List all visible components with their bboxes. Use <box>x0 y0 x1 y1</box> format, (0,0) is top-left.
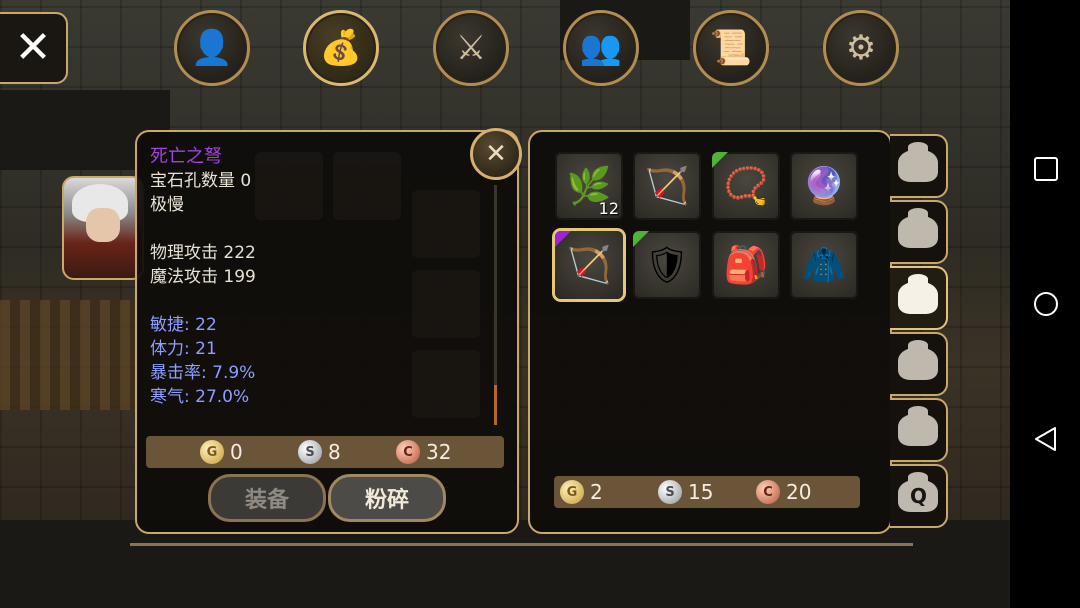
portrait-face <box>86 208 120 242</box>
sell-price-bar: G 0 S 8 C 32 <box>146 436 504 468</box>
close-menu-button[interactable]: ✕ <box>0 12 68 84</box>
stat-frost: 寒气: 27.0% <box>150 387 250 407</box>
stats-scrollbar[interactable] <box>494 185 497 425</box>
item-stats: 死亡之弩 宝石孔数量 0 极慢 物理攻击 222 魔法攻击 199 敏捷: 22… <box>150 145 490 409</box>
item-name: 死亡之弩 <box>150 146 222 167</box>
inventory-slot[interactable]: 🌿 12 <box>555 152 623 220</box>
armor-icon: 🛡 <box>644 245 690 286</box>
sell-copper-value: 32 <box>426 440 452 464</box>
tab-skills[interactable]: ⚔ <box>433 10 509 86</box>
inventory-slot[interactable]: 🔮 <box>790 152 858 220</box>
sell-silver-value: 8 <box>328 440 341 464</box>
bag-icon <box>898 274 938 314</box>
bottom-divider <box>130 543 913 546</box>
smash-button[interactable]: 粉碎 <box>328 474 446 522</box>
back-triangle-icon[interactable] <box>1033 426 1059 452</box>
stat-agility: 敏捷: 22 <box>150 315 217 335</box>
close-icon: ✕ <box>14 22 52 73</box>
bag-tab-4[interactable] <box>890 332 948 396</box>
magic-attack: 魔法攻击 199 <box>150 267 256 287</box>
physical-attack: 物理攻击 222 <box>150 243 256 263</box>
death-crossbow-icon: 🏹 <box>566 245 612 286</box>
tab-quests[interactable]: 📜 <box>693 10 769 86</box>
bag-tab-2[interactable] <box>890 200 948 264</box>
bag-icon: 💰 <box>319 28 363 68</box>
bag-icon <box>898 142 938 182</box>
bag-icon <box>898 340 938 380</box>
copper-coin-icon: C <box>756 480 780 504</box>
cloak-icon: 🧥 <box>801 245 847 286</box>
quest-bag-tab[interactable]: Q <box>890 464 948 528</box>
inventory-slot[interactable]: 🛡 <box>633 231 701 299</box>
crossbow-icon: 🏹 <box>644 166 690 207</box>
amulet-icon: 🔮 <box>801 166 847 207</box>
tab-inventory[interactable]: 💰 <box>303 10 379 86</box>
quest-bag-label: Q <box>910 484 928 508</box>
inventory-slot[interactable]: 🎒 <box>712 231 780 299</box>
inventory-slot[interactable]: 📿 <box>712 152 780 220</box>
scroll-icon: 📜 <box>709 28 753 68</box>
player-gold-value: 2 <box>590 480 603 504</box>
bag-icon <box>898 208 938 248</box>
gem-slot-count: 宝石孔数量 0 <box>150 171 252 191</box>
gold-coin-icon: G <box>560 480 584 504</box>
inventory-slot-selected[interactable]: 🏹 <box>555 231 623 299</box>
player-copper-value: 20 <box>786 480 812 504</box>
close-icon: ✕ <box>485 139 507 169</box>
player-silver-value: 15 <box>688 480 714 504</box>
tab-party[interactable]: 👥 <box>563 10 639 86</box>
quest-bag-icon: Q <box>898 472 938 512</box>
gold-coin-icon: G <box>200 440 224 464</box>
silver-coin-icon: S <box>298 440 322 464</box>
tab-character[interactable]: 👤 <box>174 10 250 86</box>
player-currency-bar: G 2 S 15 C 20 <box>554 476 860 508</box>
inventory-slot[interactable]: 🧥 <box>790 231 858 299</box>
tab-settings[interactable]: ⚙ <box>823 10 899 86</box>
backpack-icon: 🎒 <box>723 245 769 286</box>
bag-tab-1[interactable] <box>890 134 948 198</box>
head-icon: 👤 <box>190 28 234 68</box>
bag-tab-5[interactable] <box>890 398 948 462</box>
bag-icon <box>898 406 938 446</box>
inventory-slot[interactable]: 🏹 <box>633 152 701 220</box>
silver-coin-icon: S <box>658 480 682 504</box>
item-quantity: 12 <box>598 199 619 218</box>
sword-icon: ⚔ <box>455 28 487 68</box>
stat-crit-rate: 暴击率: 7.9% <box>150 363 256 383</box>
necklace-icon: 📿 <box>723 166 769 207</box>
copper-coin-icon: C <box>396 440 420 464</box>
attack-speed: 极慢 <box>150 195 184 215</box>
party-icon: 👥 <box>579 28 623 68</box>
character-portrait[interactable] <box>62 176 144 280</box>
circle-icon[interactable] <box>1033 291 1059 317</box>
square-icon[interactable] <box>1033 156 1059 182</box>
bag-tab-3[interactable] <box>890 266 948 330</box>
close-detail-button[interactable]: ✕ <box>470 128 522 180</box>
stat-stamina: 体力: 21 <box>150 339 217 359</box>
gear-icon: ⚙ <box>845 28 877 68</box>
equip-button[interactable]: 装备 <box>208 474 326 522</box>
sell-gold-value: 0 <box>230 440 243 464</box>
